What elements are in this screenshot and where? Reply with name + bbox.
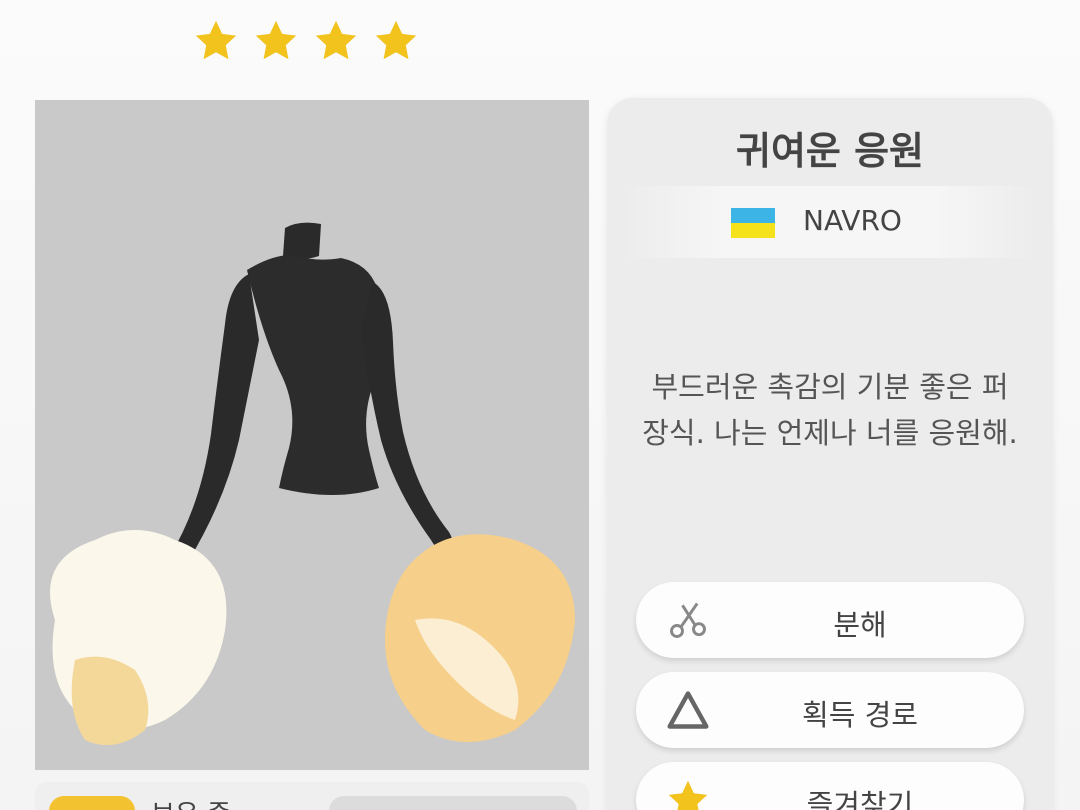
star-icon xyxy=(313,18,359,64)
owned-count-badge xyxy=(49,796,135,810)
bottom-bar: 보유 중 xyxy=(35,782,589,810)
item-preview-image xyxy=(35,100,589,770)
item-description: 부드러운 촉감의 기분 좋은 퍼 장식. 나는 언제나 너를 응원해. xyxy=(627,364,1033,456)
brand-name: NAVRO xyxy=(803,204,902,237)
item-info-panel: 귀여운 응원 NAVRO 부드러운 촉감의 기분 좋은 퍼 장식. 나는 언제나… xyxy=(607,98,1053,810)
star-icon xyxy=(373,18,419,64)
acquisition-route-button[interactable]: 획득 경로 xyxy=(636,672,1024,748)
acquisition-route-label: 획득 경로 xyxy=(802,698,918,732)
star-icon xyxy=(253,18,299,64)
description-line: 장식. 나는 언제나 너를 응원해. xyxy=(642,416,1018,450)
bottom-pill-control[interactable] xyxy=(329,796,577,810)
mannequin-outfit-illustration xyxy=(50,222,575,746)
owned-label: 보유 중 xyxy=(151,794,231,810)
star-rating xyxy=(193,18,419,64)
brand-row: NAVRO xyxy=(621,186,1039,258)
star-icon xyxy=(193,18,239,64)
description-line: 부드러운 촉감의 기분 좋은 퍼 xyxy=(651,370,1009,404)
favorite-label: 즐겨찾기 xyxy=(806,788,914,810)
favorite-button[interactable]: 즐겨찾기 xyxy=(636,762,1024,810)
item-title: 귀여운 응원 xyxy=(735,129,925,173)
dismantle-button[interactable]: 분해 xyxy=(636,582,1024,658)
dismantle-label: 분해 xyxy=(833,608,887,642)
ukraine-flag-icon xyxy=(731,208,775,238)
